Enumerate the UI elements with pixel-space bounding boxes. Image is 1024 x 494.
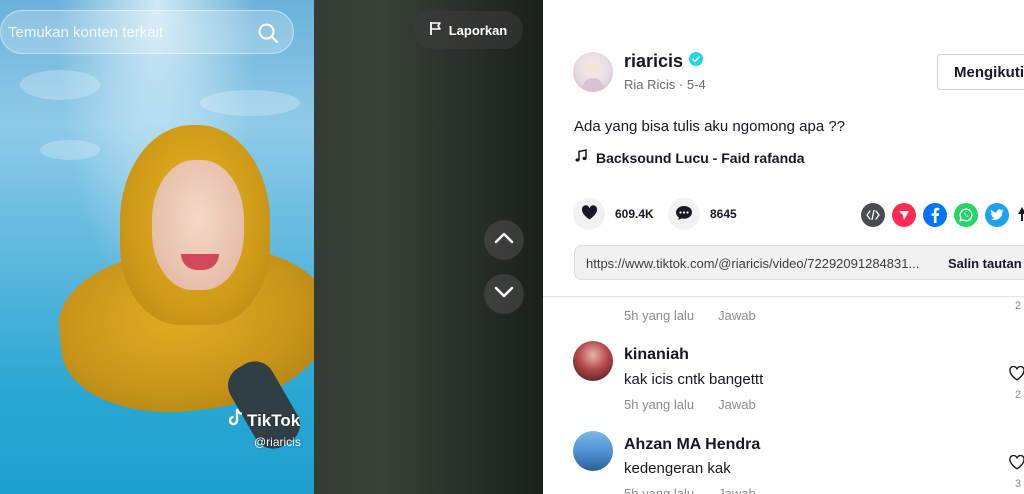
report-label: Laporkan	[448, 22, 508, 38]
like-count: 609.4K	[615, 207, 654, 221]
comment-bubble-icon	[675, 205, 693, 224]
water-ripple	[20, 70, 100, 100]
watermark-username: @riaricis	[254, 435, 301, 449]
twitter-icon[interactable]	[985, 203, 1009, 227]
comment-time: 5h yang lalu	[624, 397, 695, 412]
video-stage: TikTok @riaricis Laporkan	[0, 0, 543, 494]
comments-divider	[543, 296, 1024, 297]
comment-stat: 8645	[668, 198, 737, 230]
reply-button[interactable]: Jawab	[718, 486, 756, 494]
commenter-avatar[interactable]	[573, 341, 613, 381]
whatsapp-icon[interactable]	[954, 203, 978, 227]
like-button[interactable]	[573, 198, 605, 230]
author-meta: Ria Ricis · 5-4	[624, 77, 706, 92]
flag-icon	[429, 21, 443, 39]
music-note-icon	[574, 149, 588, 166]
reply-button[interactable]: Jawab	[718, 397, 756, 412]
comment-meta: 5h yang lalu Jawab	[624, 308, 756, 323]
watermark-brand: TikTok	[247, 410, 301, 430]
copy-link-button[interactable]: Salin tautan	[948, 256, 1022, 271]
comment-text: kak icis cntk bangettt	[624, 371, 764, 388]
music-link[interactable]: Backsound Lucu - Faid rafanda	[574, 149, 804, 166]
author-username[interactable]: riaricis	[624, 51, 683, 72]
water-ripple	[40, 140, 100, 160]
comment-heart-icon[interactable]	[1009, 454, 1024, 471]
commenter-avatar[interactable]	[573, 431, 613, 471]
author-name-row: riaricis	[624, 51, 704, 72]
search-icon[interactable]	[257, 22, 279, 44]
comment-heart-icon[interactable]	[1009, 365, 1024, 382]
comment-author[interactable]: kinaniah	[624, 346, 689, 364]
video-link-bar: https://www.tiktok.com/@riaricis/video/7…	[574, 245, 1024, 280]
verified-badge-icon	[689, 52, 704, 71]
music-title: Backsound Lucu - Faid rafanda	[596, 149, 805, 166]
heart-icon	[581, 205, 598, 223]
reply-button[interactable]: Jawab	[718, 308, 756, 323]
comment-like-count: 2	[1015, 300, 1022, 312]
comment-like-count: 2	[1015, 389, 1022, 401]
author-display-name: Ria Ricis	[624, 77, 676, 92]
post-date: 5-4	[686, 77, 706, 92]
search-input[interactable]	[8, 11, 248, 53]
comment-count: 8645	[710, 207, 737, 221]
chevron-down-icon	[494, 285, 514, 303]
chevron-up-icon	[494, 231, 514, 249]
comment-meta: 5h yang lalu Jawab	[624, 397, 756, 412]
following-button[interactable]: Mengikuti	[937, 54, 1024, 90]
related-content-search[interactable]	[0, 10, 294, 54]
comment-button[interactable]	[668, 198, 700, 230]
comment-time: 5h yang lalu	[624, 486, 695, 494]
comment-author[interactable]: Ahzan MA Hendra	[624, 436, 760, 454]
meta-separator: ·	[678, 77, 684, 92]
video-player[interactable]: TikTok @riaricis	[0, 0, 314, 494]
comment-time: 5h yang lalu	[624, 308, 695, 323]
facebook-icon[interactable]	[923, 203, 947, 227]
embed-icon[interactable]	[861, 203, 885, 227]
video-subject-face	[152, 160, 244, 290]
water-ripple	[200, 90, 300, 116]
comment-meta: 5h yang lalu Jawab	[624, 486, 756, 494]
like-stat: 609.4K	[573, 198, 654, 230]
more-share-arrow-icon[interactable]	[1017, 206, 1024, 227]
comment-text: kedengeran kak	[624, 460, 731, 477]
tiktok-watermark: TikTok @riaricis	[226, 408, 301, 449]
next-video-button[interactable]	[484, 274, 524, 314]
video-link-url[interactable]: https://www.tiktok.com/@riaricis/video/7…	[586, 256, 919, 271]
video-caption: Ada yang bisa tulis aku ngomong apa ??	[574, 118, 846, 135]
send-to-friends-icon[interactable]	[892, 203, 916, 227]
previous-video-button[interactable]	[484, 220, 524, 260]
video-detail-panel: riaricis Ria Ricis · 5-4 Mengikuti Ada y…	[543, 0, 1024, 494]
author-avatar[interactable]	[573, 52, 613, 92]
report-button[interactable]: Laporkan	[413, 11, 523, 49]
comment-like-count: 3	[1015, 478, 1022, 490]
tiktok-logo-icon	[226, 408, 244, 433]
